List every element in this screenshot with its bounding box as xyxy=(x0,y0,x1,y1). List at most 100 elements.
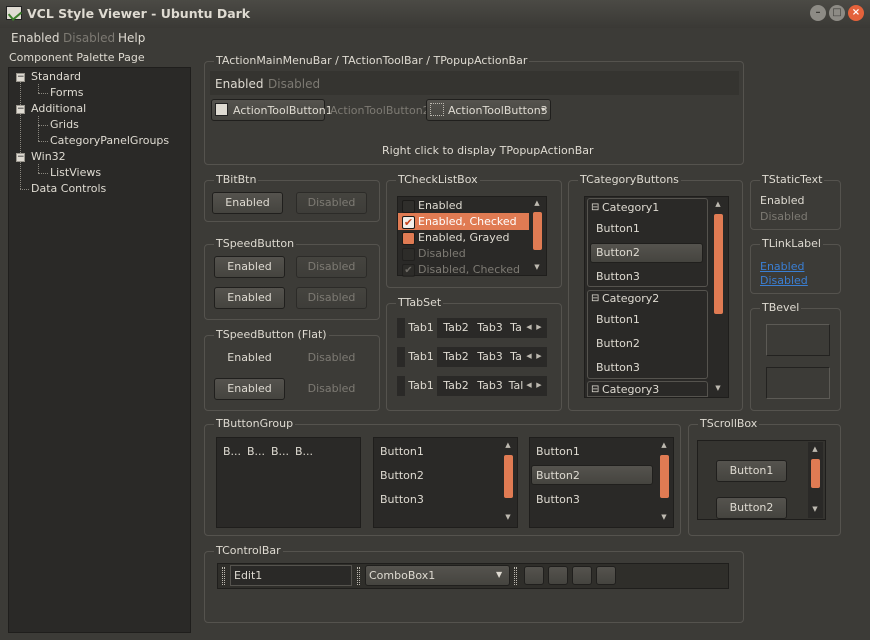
tree-item-additional[interactable]: Additional xyxy=(31,102,86,115)
chevron-down-icon[interactable]: ▼ xyxy=(496,570,502,579)
tab-scroll-right-icon[interactable]: ▶ xyxy=(534,323,544,331)
action-menu-disabled[interactable]: Disabled xyxy=(268,77,320,91)
expand-icon[interactable]: − xyxy=(16,153,25,162)
bg-list2-button-1[interactable]: Button1 xyxy=(536,445,580,458)
maximize-button[interactable]: □ xyxy=(829,5,845,21)
tree-item-categorypanelgroups[interactable]: CategoryPanelGroups xyxy=(50,134,169,147)
bg-list2-button-3[interactable]: Button3 xyxy=(536,493,580,506)
action-menu-enabled[interactable]: Enabled xyxy=(215,77,264,91)
tab-scroll-right-icon[interactable]: ▶ xyxy=(534,381,544,389)
scrollbox-button-2[interactable]: Button2 xyxy=(716,497,787,519)
tab-1[interactable]: Tab1 xyxy=(405,347,437,367)
toolbar-button-4[interactable] xyxy=(596,566,616,585)
category-2-header[interactable]: Category2 xyxy=(602,292,659,305)
bg-compact-4[interactable]: B... xyxy=(295,445,313,458)
tab-4[interactable]: Ta xyxy=(508,350,524,363)
tab-3[interactable]: Tab3 xyxy=(474,350,506,363)
tab-2[interactable]: Tab2 xyxy=(440,321,472,334)
bitbtn-disabled-button[interactable]: Disabled xyxy=(296,192,367,214)
expand-icon[interactable]: − xyxy=(16,73,25,82)
checkbox-checked-icon[interactable]: ✔ xyxy=(402,216,415,229)
link-label-disabled[interactable]: Disabled xyxy=(760,274,808,287)
speedbutton-disabled-2[interactable]: Disabled xyxy=(296,287,367,309)
check-item-enabled-checked[interactable]: Enabled, Checked xyxy=(418,215,517,228)
grip-icon[interactable] xyxy=(357,567,360,585)
edit1-field[interactable]: Edit1 xyxy=(234,569,262,582)
bg-list1-button-1[interactable]: Button1 xyxy=(380,445,424,458)
bg-list1-button-2[interactable]: Button2 xyxy=(380,469,424,482)
check-item-enabled[interactable]: Enabled xyxy=(418,199,462,212)
tab-1[interactable]: Tab1 xyxy=(405,376,437,396)
tab-2[interactable]: Tab2 xyxy=(440,379,472,392)
tree-item-data-controls[interactable]: Data Controls xyxy=(31,182,106,195)
scrollbar-thumb[interactable] xyxy=(660,455,669,498)
tab-scroll-left-icon[interactable]: ◀ xyxy=(524,381,534,389)
category-1-header[interactable]: Category1 xyxy=(602,201,659,214)
grip-icon[interactable] xyxy=(514,567,517,585)
bitbtn-enabled-button[interactable]: Enabled xyxy=(212,192,283,214)
tab-4[interactable]: Ta xyxy=(508,321,524,334)
scroll-down-icon[interactable]: ▼ xyxy=(810,505,820,513)
cat2-button-1[interactable]: Button1 xyxy=(596,313,640,326)
tree-item-grids[interactable]: Grids xyxy=(50,118,79,131)
scroll-up-icon[interactable]: ▲ xyxy=(532,199,542,207)
tab-scroll-left-icon[interactable]: ◀ xyxy=(524,352,534,360)
cat1-button-3[interactable]: Button3 xyxy=(596,270,640,283)
tab-1[interactable]: Tab1 xyxy=(405,318,437,338)
cat2-button-2[interactable]: Button2 xyxy=(596,337,640,350)
menu-disabled[interactable]: Disabled xyxy=(63,31,115,45)
bg-list2-button-2[interactable]: Button2 xyxy=(536,469,580,482)
scroll-up-icon[interactable]: ▲ xyxy=(659,441,669,449)
tab-2[interactable]: Tab2 xyxy=(440,350,472,363)
tree-item-win32[interactable]: Win32 xyxy=(31,150,66,163)
menu-enabled[interactable]: Enabled xyxy=(11,31,60,45)
grip-icon[interactable] xyxy=(222,567,225,585)
scroll-up-icon[interactable]: ▲ xyxy=(713,200,723,208)
tab-scroll-right-icon[interactable]: ▶ xyxy=(534,352,544,360)
speedbutton-disabled-1[interactable]: Disabled xyxy=(296,256,367,278)
checkbox-grayed-icon[interactable] xyxy=(402,232,415,245)
scrollbox-button-1[interactable]: Button1 xyxy=(716,460,787,482)
scrollbar-thumb[interactable] xyxy=(811,459,820,488)
scroll-down-icon[interactable]: ▼ xyxy=(532,263,542,271)
minimize-button[interactable]: – xyxy=(810,5,826,21)
collapse-icon[interactable]: ⊟ xyxy=(591,293,599,304)
toolbar-button-3[interactable] xyxy=(572,566,592,585)
tree-item-standard[interactable]: Standard xyxy=(31,70,81,83)
scrollbar-thumb[interactable] xyxy=(504,455,513,498)
expand-icon[interactable]: − xyxy=(16,105,25,114)
bg-compact-3[interactable]: B... xyxy=(271,445,289,458)
scroll-up-icon[interactable]: ▲ xyxy=(810,445,820,453)
collapse-icon[interactable]: ⊟ xyxy=(591,202,599,213)
combobox1[interactable]: ComboBox1 xyxy=(369,569,435,582)
bg-compact-2[interactable]: B... xyxy=(247,445,265,458)
flat-enabled-2[interactable]: Enabled xyxy=(214,378,285,400)
flat-enabled-1[interactable]: Enabled xyxy=(214,351,285,364)
category-3-header[interactable]: Category3 xyxy=(602,383,659,396)
scroll-up-icon[interactable]: ▲ xyxy=(503,441,513,449)
action-tool-button-2[interactable]: ActionToolButton2 xyxy=(330,104,430,117)
check-item-enabled-grayed[interactable]: Enabled, Grayed xyxy=(418,231,510,244)
cat1-button-2[interactable]: Button2 xyxy=(596,246,640,259)
toolbar-button-1[interactable] xyxy=(524,566,544,585)
bg-compact-1[interactable]: B... xyxy=(223,445,241,458)
scroll-down-icon[interactable]: ▼ xyxy=(503,513,513,521)
flat-disabled-1[interactable]: Disabled xyxy=(296,351,367,364)
menu-help[interactable]: Help xyxy=(118,31,145,45)
checkbox-icon[interactable] xyxy=(402,200,415,213)
scroll-down-icon[interactable]: ▼ xyxy=(659,513,669,521)
collapse-icon[interactable]: ⊟ xyxy=(591,384,599,395)
cat2-button-3[interactable]: Button3 xyxy=(596,361,640,374)
tab-3[interactable]: Tab3 xyxy=(474,379,506,392)
tree-item-forms[interactable]: Forms xyxy=(50,86,83,99)
toolbar-button-2[interactable] xyxy=(548,566,568,585)
close-button[interactable]: × xyxy=(848,5,864,21)
bg-list1-button-3[interactable]: Button3 xyxy=(380,493,424,506)
scrollbar-thumb[interactable] xyxy=(533,212,542,250)
flat-disabled-2[interactable]: Disabled xyxy=(296,382,367,395)
speedbutton-enabled-1[interactable]: Enabled xyxy=(214,256,285,278)
link-label-enabled[interactable]: Enabled xyxy=(760,260,804,273)
cat1-button-1[interactable]: Button1 xyxy=(596,222,640,235)
tab-3[interactable]: Tab3 xyxy=(474,321,506,334)
scroll-down-icon[interactable]: ▼ xyxy=(713,384,723,392)
